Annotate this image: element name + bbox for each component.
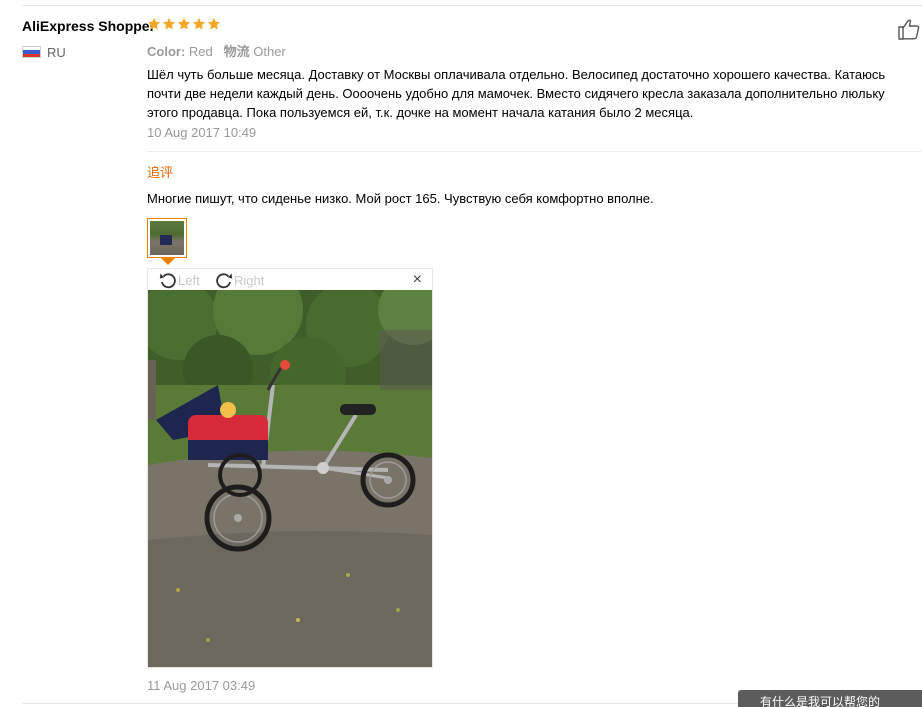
- thumbnail-pointer: [161, 258, 175, 265]
- review-text-line: Шёл чуть больше месяца. Доставку от Моск…: [147, 67, 886, 82]
- photo-viewer-toolbar: Left Right ×: [148, 269, 432, 290]
- rotate-left-label: Left: [178, 272, 200, 288]
- review-photo: [148, 290, 432, 667]
- followup-label: 追评: [147, 165, 174, 180]
- color-attribute-value: Red: [188, 44, 213, 59]
- rotate-left-icon: [159, 273, 176, 289]
- rotate-left-button[interactable]: Left: [158, 270, 200, 290]
- review-text: Шёл чуть больше месяца. Доставку от Моск…: [147, 65, 922, 122]
- rotate-right-button[interactable]: Right: [214, 270, 264, 290]
- review-photo-thumbnail[interactable]: [147, 218, 187, 258]
- color-attribute-label: Color:: [147, 44, 186, 59]
- review-text-line: этого продавца. Пока пользуемся ей, т.к.…: [147, 105, 694, 120]
- rotate-right-label: Right: [234, 272, 265, 288]
- order-attributes: Color: Red 物流 Other: [147, 41, 286, 60]
- star-icon: [192, 17, 206, 30]
- russia-flag-icon: [22, 46, 41, 58]
- top-divider: [22, 5, 922, 6]
- reviewer-name: AliExpress Shopper: [22, 18, 156, 34]
- close-viewer-button[interactable]: ×: [413, 272, 422, 288]
- rotate-right-icon: [216, 273, 233, 289]
- star-rating: [147, 17, 221, 35]
- photo-viewer: Left Right ×: [147, 268, 433, 668]
- followup-date: 11 Aug 2017 03:49: [147, 678, 256, 693]
- thumbs-up-icon[interactable]: [897, 18, 921, 40]
- star-icon: [147, 17, 161, 30]
- followup-text: Многие пишут, что сиденье низко. Мой рос…: [147, 191, 654, 206]
- review-divider: [147, 151, 922, 152]
- chat-widget[interactable]: 有什么是我可以帮您的: [738, 690, 922, 707]
- review-text-line: почти две недели каждый день. Оооочень у…: [147, 86, 885, 101]
- star-icon: [177, 17, 191, 30]
- chat-widget-label: 有什么是我可以帮您的: [760, 695, 881, 707]
- shipping-attribute-label: 物流: [223, 44, 250, 59]
- star-icon: [162, 17, 176, 30]
- star-icon: [207, 17, 221, 30]
- reviewer-country: RU: [47, 45, 66, 60]
- review-date: 10 Aug 2017 10:49: [147, 125, 257, 140]
- shipping-attribute-value: Other: [253, 44, 286, 59]
